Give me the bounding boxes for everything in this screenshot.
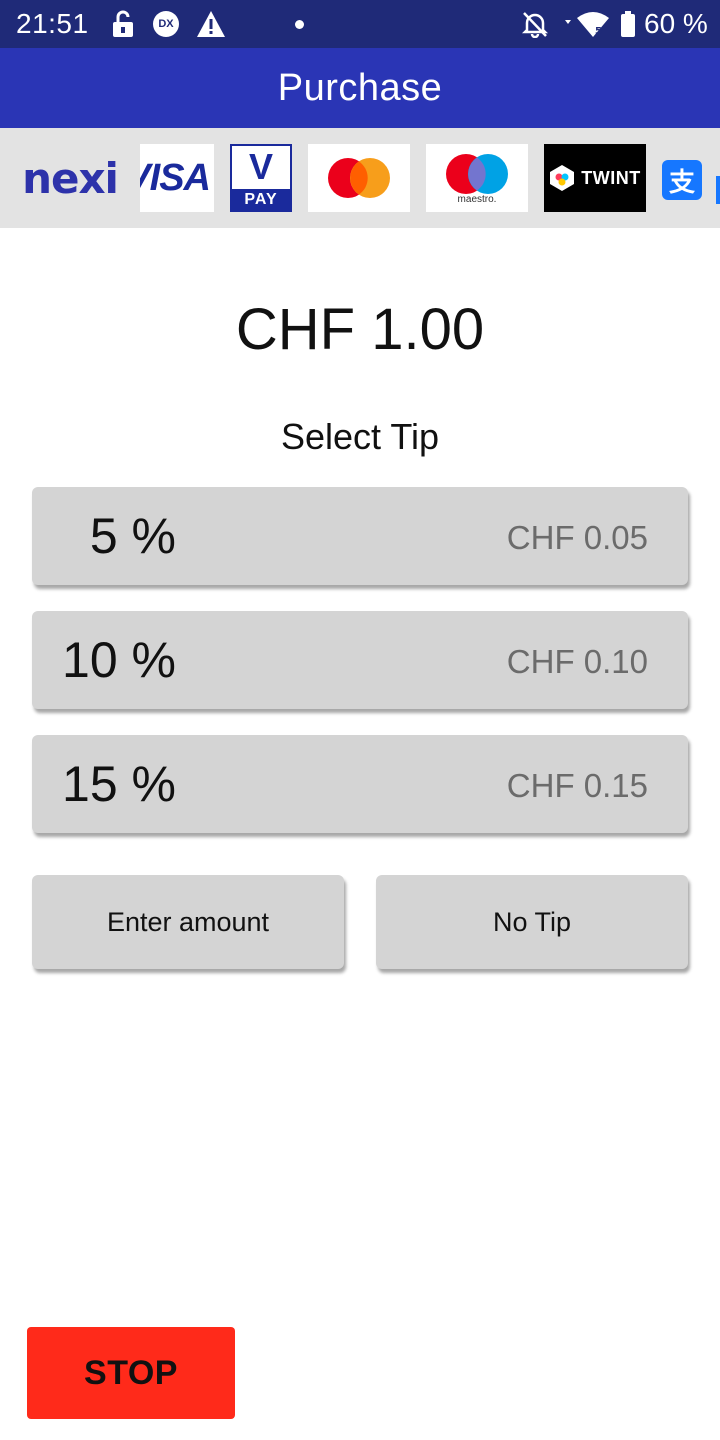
no-tip-button[interactable]: No Tip [376, 875, 688, 969]
tip-button-5-percent[interactable]: 5 % CHF 0.05 [32, 487, 688, 585]
status-time: 21:51 [16, 8, 89, 39]
page-title: Purchase [277, 66, 443, 109]
battery-percent: 60 % [644, 8, 708, 39]
nexi-logo: nexi [22, 153, 119, 203]
stop-button[interactable]: STOP [27, 1327, 235, 1419]
warning-icon [196, 10, 226, 38]
notification-dot-icon [293, 10, 305, 38]
partial-logo [716, 176, 720, 204]
status-bar: 21:51 DX 5 60 % [0, 0, 720, 48]
lock-open-icon [110, 10, 136, 38]
vpay-logo: V PAY [230, 144, 292, 212]
tip-percent: 5 % [89, 508, 176, 564]
select-tip-label: Select Tip [280, 416, 440, 457]
tip-value: CHF 0.10 [506, 643, 648, 680]
svg-text:5: 5 [595, 26, 602, 37]
wifi-icon: 5 [562, 10, 612, 38]
tip-value: CHF 0.05 [506, 519, 648, 556]
mastercard-logo [308, 144, 410, 212]
bell-off-icon [520, 10, 550, 38]
tip-percent: 15 % [62, 756, 176, 812]
visa-logo: VISA [140, 144, 214, 212]
tip-percent: 10 % [62, 632, 176, 688]
payment-logos-strip: nexi VISA V PAY maestro. TWINT 支 [0, 128, 720, 228]
maestro-logo: maestro. [426, 144, 528, 212]
battery-icon [618, 10, 638, 38]
twint-logo: TWINT [544, 144, 646, 212]
enter-amount-button[interactable]: Enter amount [32, 875, 344, 969]
dx-icon: DX [152, 10, 180, 38]
tip-button-10-percent[interactable]: 10 % CHF 0.10 [32, 611, 688, 709]
tip-button-15-percent[interactable]: 15 % CHF 0.15 [32, 735, 688, 833]
alipay-logo: 支 [662, 160, 702, 200]
tip-value: CHF 0.15 [506, 767, 648, 804]
purchase-amount: CHF 1.00 [235, 297, 485, 362]
app-bar: Purchase [0, 48, 720, 128]
